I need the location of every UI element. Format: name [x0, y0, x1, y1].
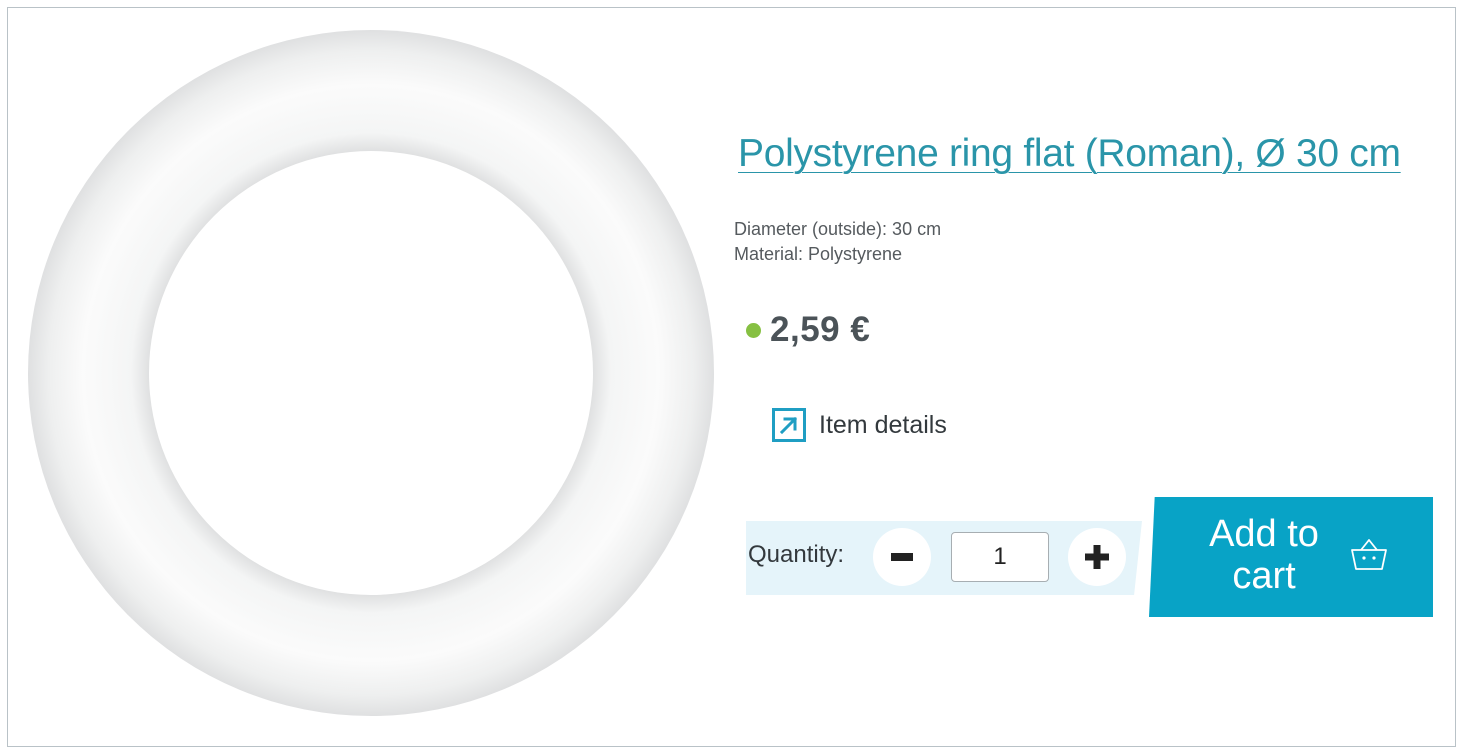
stock-status-dot	[746, 322, 761, 338]
quantity-label: Quantity:	[748, 541, 845, 568]
item-details-label: Item details	[819, 410, 947, 439]
product-title-link[interactable]: Polystyrene ring flat (Roman), Ø 30 cm	[738, 132, 1401, 176]
quantity-input[interactable]	[951, 532, 1049, 582]
item-details-link[interactable]: Item details	[772, 408, 947, 442]
increment-quantity-button[interactable]	[1068, 528, 1126, 586]
attribute-diameter: Diameter (outside): 30 cm	[734, 219, 942, 239]
decrement-quantity-button[interactable]	[873, 528, 931, 586]
product-attributes: Diameter (outside): 30 cm Material: Poly…	[734, 217, 941, 267]
minus-icon	[891, 553, 913, 561]
add-to-cart-label: Add to cart	[1199, 513, 1329, 597]
plus-icon	[1085, 545, 1109, 569]
add-to-cart-label-line2: cart	[1232, 555, 1296, 597]
basket-icon	[1351, 539, 1387, 570]
add-to-cart-label-line1: Add to	[1209, 513, 1319, 555]
price-row: 2,59 €	[746, 310, 870, 350]
external-link-icon	[772, 408, 806, 442]
attribute-material: Material: Polystyrene	[734, 244, 903, 264]
product-image	[28, 30, 714, 716]
add-to-cart-button[interactable]: Add to cart	[1149, 497, 1433, 617]
product-price: 2,59 €	[770, 310, 871, 349]
